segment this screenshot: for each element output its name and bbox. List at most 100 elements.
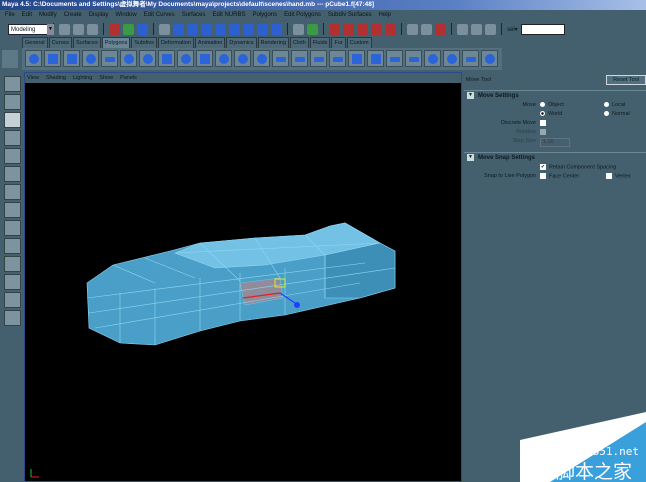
mask-icon[interactable] [159, 23, 170, 35]
highlight-selection-icon[interactable] [307, 23, 318, 35]
create-polygon-icon[interactable] [139, 50, 156, 67]
outliner-layout-icon[interactable] [3, 292, 21, 308]
input-ops-icon[interactable] [407, 23, 418, 35]
mask-deformers-icon[interactable] [229, 23, 240, 35]
mask-handles-icon[interactable] [173, 23, 184, 35]
tab-subdivs[interactable]: Subdivs [131, 37, 157, 48]
four-pane-layout-icon[interactable] [3, 238, 21, 254]
move-snap-settings-header[interactable]: ▼ Move Snap Settings [464, 152, 646, 162]
combine-icon[interactable] [158, 50, 175, 67]
extrude-face-icon[interactable] [348, 50, 365, 67]
step-size-field[interactable]: 1.00 [540, 138, 570, 147]
menu-polygons[interactable]: Polygons [252, 10, 277, 21]
vertex-checkbox[interactable]: Vertex [606, 173, 631, 179]
menu-create[interactable]: Create [64, 10, 82, 21]
radio-world[interactable]: World [540, 111, 562, 117]
render-globals-icon[interactable] [485, 23, 496, 35]
open-scene-icon[interactable] [73, 23, 84, 35]
menu-surfaces[interactable]: Surfaces [182, 10, 206, 21]
mask-rendering-icon[interactable] [257, 23, 268, 35]
select-object-icon[interactable] [123, 23, 134, 35]
relative-checkbox[interactable] [540, 129, 546, 135]
tab-fluids[interactable]: Fluids [309, 37, 331, 48]
collapse-icon[interactable] [443, 50, 460, 67]
poly-torus-icon[interactable] [120, 50, 137, 67]
move-tool-icon[interactable] [3, 112, 21, 128]
extrude-edge-icon[interactable] [367, 50, 384, 67]
triangulate-icon[interactable] [310, 50, 327, 67]
hand-mesh[interactable] [86, 222, 396, 346]
tab-surfaces[interactable]: Surfaces [73, 37, 101, 48]
manipulator-tool-icon[interactable] [3, 166, 21, 182]
menu-edit[interactable]: Edit [22, 10, 32, 21]
face-center-checkbox[interactable]: Face Center [540, 173, 579, 179]
render-icon[interactable] [457, 23, 468, 35]
boolean-union-icon[interactable] [215, 50, 232, 67]
snap-grid-icon[interactable] [329, 23, 340, 35]
mask-curves-icon[interactable] [201, 23, 212, 35]
menu-subdiv-surfaces[interactable]: Subdiv Surfaces [328, 10, 372, 21]
collapse-arrow-icon[interactable]: ▼ [467, 92, 474, 99]
merge-vertices-icon[interactable] [424, 50, 441, 67]
scale-tool-icon[interactable] [3, 148, 21, 164]
discrete-move-checkbox[interactable] [540, 120, 546, 126]
menu-show[interactable]: Show [99, 73, 113, 83]
split-polygon-icon[interactable] [386, 50, 403, 67]
mirror-icon[interactable] [272, 50, 289, 67]
quadrangulate-icon[interactable] [329, 50, 346, 67]
poly-cylinder-icon[interactable] [63, 50, 80, 67]
lasso-tool-icon[interactable] [3, 94, 21, 110]
select-tool-icon[interactable] [3, 76, 21, 92]
shelf-menu-icon[interactable] [2, 50, 18, 68]
mode-selector[interactable]: Modeling ▼ [8, 23, 54, 35]
tab-custom[interactable]: Custom [346, 37, 372, 48]
reset-tool-button[interactable]: Reset Tool [606, 75, 646, 85]
tab-deformation[interactable]: Deformation [157, 37, 194, 48]
mask-surfaces-icon[interactable] [215, 23, 226, 35]
two-pane-layout-icon[interactable] [3, 256, 21, 272]
new-scene-icon[interactable] [59, 23, 70, 35]
menu-view[interactable]: View [27, 73, 39, 83]
menu-edit-curves[interactable]: Edit Curves [144, 10, 175, 21]
selection-input[interactable] [520, 23, 565, 35]
tab-curves[interactable]: Curves [48, 37, 72, 48]
tab-general[interactable]: General [22, 37, 48, 48]
select-hierarchy-icon[interactable] [109, 23, 120, 35]
menu-edit-polygons[interactable]: Edit Polygons [284, 10, 321, 21]
output-ops-icon[interactable] [421, 23, 432, 35]
poly-cube-icon[interactable] [44, 50, 61, 67]
tab-cloth[interactable]: Cloth [289, 37, 309, 48]
uv-texture-editor-icon[interactable] [481, 50, 498, 67]
tab-dynamics[interactable]: Dynamics [226, 37, 257, 48]
snap-curve-icon[interactable] [343, 23, 354, 35]
menu-shading[interactable]: Shading [46, 73, 66, 83]
hypergraph-layout-icon[interactable] [3, 310, 21, 326]
extract-icon[interactable] [196, 50, 213, 67]
viewport-panel[interactable]: View Shading Lighting Show Panels [24, 72, 462, 482]
tab-fur[interactable]: Fur [331, 37, 346, 48]
poly-cone-icon[interactable] [82, 50, 99, 67]
retain-spacing-checkbox[interactable]: ✔ Retain Component Spacing [540, 164, 616, 170]
tab-animation[interactable]: Animation [194, 37, 226, 48]
last-tool-icon[interactable] [3, 202, 21, 218]
planar-mapping-icon[interactable] [462, 50, 479, 67]
ipr-render-icon[interactable] [471, 23, 482, 35]
chevron-down-icon[interactable]: ▼ [47, 23, 54, 35]
poly-sphere-icon[interactable] [25, 50, 42, 67]
history-icon[interactable] [435, 23, 446, 35]
mask-joints-icon[interactable] [187, 23, 198, 35]
move-settings-header[interactable]: ▼ Move Settings [464, 90, 646, 100]
boolean-intersection-icon[interactable] [253, 50, 270, 67]
save-scene-icon[interactable] [87, 23, 98, 35]
tab-polygons[interactable]: Polygons [101, 37, 131, 48]
smooth-icon[interactable] [291, 50, 308, 67]
menu-help[interactable]: Help [379, 10, 391, 21]
menu-edit-nurbs[interactable]: Edit NURBS [212, 10, 245, 21]
subdivide-icon[interactable] [405, 50, 422, 67]
menu-window[interactable]: Window [115, 10, 136, 21]
graph-layout-icon[interactable] [3, 274, 21, 290]
lock-selection-icon[interactable] [293, 23, 304, 35]
menu-modify[interactable]: Modify [39, 10, 57, 21]
mask-dynamics-icon[interactable] [243, 23, 254, 35]
collapse-arrow-icon[interactable]: ▼ [467, 154, 474, 161]
